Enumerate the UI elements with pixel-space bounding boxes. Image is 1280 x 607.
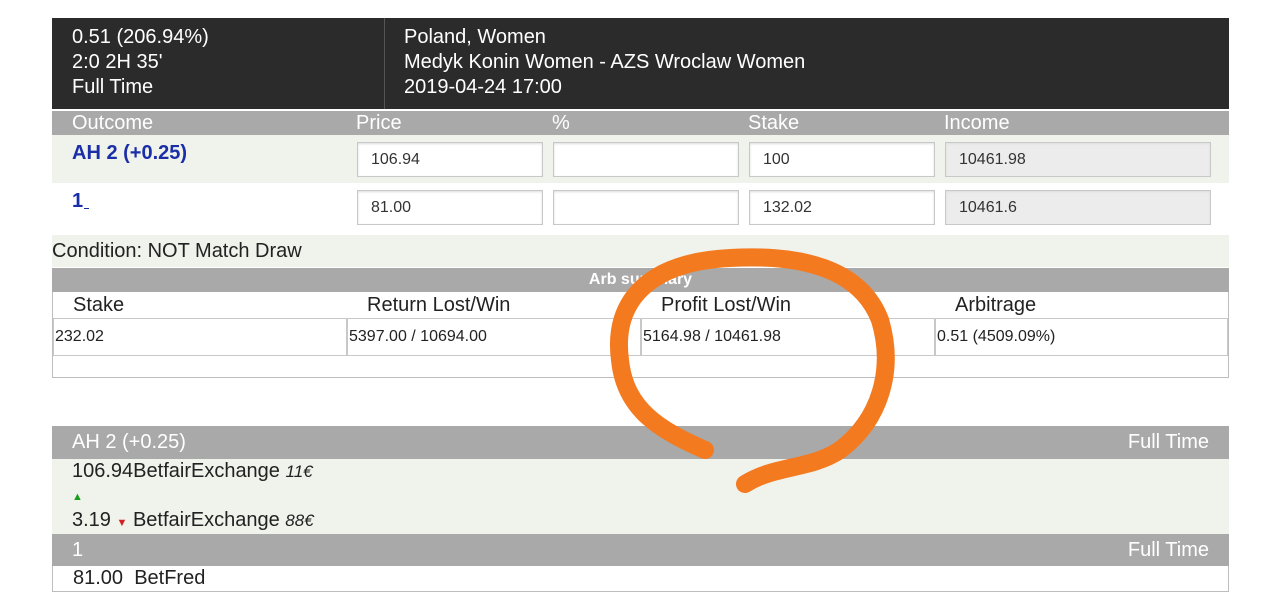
income-field: 10461.6 (945, 190, 1211, 225)
outcome-link[interactable]: AH 2 (+0.25) (72, 142, 187, 165)
price-input[interactable]: 81.00 (357, 190, 543, 225)
summary-arbitrage-field[interactable]: 0.51 (4509.09%) (935, 318, 1228, 356)
stake-input[interactable]: 132.02 (749, 190, 935, 225)
table-row: 1 81.00 132.02 10461.6 (52, 183, 1229, 231)
odds-line[interactable]: 81.00 BetFred (73, 567, 205, 590)
odds-line[interactable]: 3.19 ▼ BetfairExchange 88€ (72, 509, 314, 532)
outcome-link[interactable]: 1 (72, 190, 90, 213)
odds-market-name: AH 2 (+0.25) (72, 431, 186, 453)
odds-market-body: 106.94BetfairExchange 11€ ▲ 3.19 ▼ Betfa… (52, 459, 1229, 534)
odds-price: 81.00 (73, 567, 124, 589)
odds-line[interactable]: 106.94BetfairExchange 11€ (72, 460, 313, 483)
summary-stake-field[interactable]: 232.02 (53, 318, 347, 356)
summary-return-label: Return Lost/Win (367, 294, 511, 316)
summary-profit-field[interactable]: 5164.98 / 10461.98 (641, 318, 935, 356)
header-right: Poland, Women Medyk Konin Women - AZS Wr… (404, 25, 805, 100)
odds-market-header: AH 2 (+0.25) Full Time (52, 426, 1229, 459)
percent-input[interactable] (553, 190, 739, 225)
header-left: 0.51 (206.94%) 2:0 2H 35' Full Time (72, 25, 209, 100)
price-input[interactable]: 106.94 (357, 142, 543, 177)
odds-price: 106.94 (72, 460, 134, 482)
odds-price: 3.19 (72, 509, 111, 531)
odds-market-body: 81.00 BetFred (52, 566, 1229, 592)
table-row: AH 2 (+0.25) 106.94 100 10461.98 (52, 135, 1229, 183)
odds-market-period: Full Time (1127, 539, 1209, 561)
arrow-down-icon: ▼ (116, 517, 128, 529)
header-divider (384, 18, 385, 109)
stake-input[interactable]: 100 (749, 142, 935, 177)
arrow-up-icon: ▲ (72, 491, 83, 503)
odds-market-name: 1 (72, 539, 84, 561)
arb-summary: Stake Return Lost/Win Profit Lost/Win Ar… (52, 292, 1229, 378)
match-datetime: 2019-04-24 17:00 (404, 76, 562, 98)
col-outcome: Outcome (72, 112, 154, 134)
match-name[interactable]: Medyk Konin Women - AZS Wroclaw Women (404, 50, 805, 75)
bookmaker-name: BetfairExchange (133, 460, 280, 482)
col-price: Price (356, 112, 402, 134)
period-label: Full Time (72, 76, 154, 98)
outcome-underline (84, 194, 90, 210)
bookmaker-name: BetFred (134, 567, 206, 589)
col-percent: % (552, 112, 570, 134)
arb-summary-title: Arb summary (52, 268, 1229, 292)
arb-value: 0.51 (206.94%) (72, 26, 209, 48)
outcome-label: AH 2 (+0.25) (72, 142, 188, 164)
summary-stake-label: Stake (73, 294, 125, 316)
col-stake: Stake (748, 112, 800, 134)
summary-arbitrage-label: Arbitrage (955, 294, 1037, 316)
summary-return-field[interactable]: 5397.00 / 10694.00 (347, 318, 641, 356)
odds-market-period: Full Time (1127, 431, 1209, 453)
odds-amount: 88€ (285, 511, 314, 530)
outcome-label: 1 (72, 190, 84, 212)
odds-amount: 11€ (285, 462, 313, 481)
summary-profit-label: Profit Lost/Win (661, 294, 792, 316)
percent-input[interactable] (553, 142, 739, 177)
col-income: Income (944, 112, 1010, 134)
league-name: Poland, Women (404, 26, 546, 48)
table-header: Outcome Price % Stake Income (52, 111, 1229, 135)
income-field: 10461.98 (945, 142, 1211, 177)
bookmaker-name: BetfairExchange (132, 509, 280, 531)
event-header: 0.51 (206.94%) 2:0 2H 35' Full Time Pola… (52, 18, 1229, 109)
score-time: 2:0 2H 35' (72, 51, 163, 73)
odds-market-header: 1 Full Time (52, 534, 1229, 566)
condition-text: Condition: NOT Match Draw (52, 235, 1229, 267)
